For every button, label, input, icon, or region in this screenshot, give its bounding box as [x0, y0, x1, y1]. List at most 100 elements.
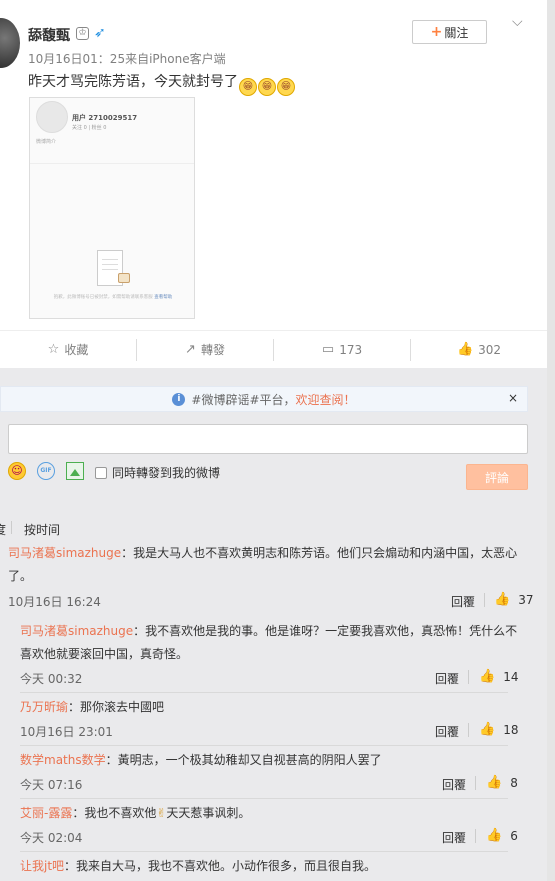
- thumbs-up-icon: 👍: [486, 828, 503, 843]
- reply-button[interactable]: 回覆: [435, 723, 459, 740]
- reply-like-button[interactable]: 👍 8: [486, 775, 518, 790]
- comment-username[interactable]: 司马渚葛simazhuge: [8, 546, 121, 560]
- reply-item: 让我jt吧：我来自大马，我也不喜欢他。小动作很多，而且很自我。: [20, 855, 520, 878]
- image-note-link: 查看帮助: [154, 295, 173, 300]
- image-sub: 微博简介: [36, 139, 57, 145]
- reply-item: 司马渚葛simazhuge：我不喜欢他是我的事。他是谁呀？一定要我喜欢他，真恐怖…: [20, 620, 520, 666]
- reply-text: ：我不喜欢他是我的事。他是谁呀？一定要我喜欢他，真恐怖！凭什么不: [133, 624, 518, 638]
- share-icon: ↗: [185, 342, 196, 357]
- comment-like-button[interactable]: 👍 37: [494, 592, 533, 607]
- collect-label: 收藏: [64, 343, 89, 357]
- star-icon: ☆: [47, 342, 60, 357]
- repost-checkbox-label[interactable]: 同時轉發到我的微博: [95, 464, 220, 481]
- sort-divider: [11, 521, 12, 534]
- comment-text-cont: 了。: [8, 569, 33, 583]
- comment-like-count: 37: [518, 592, 534, 607]
- reply-username[interactable]: 让我jt吧: [20, 859, 64, 873]
- image-stats: 关注 0 | 粉丝 0: [72, 125, 107, 131]
- victory-emoji-icon: ✌: [156, 806, 167, 820]
- reply-like-count: 8: [510, 775, 518, 790]
- repost-checkbox-text: 同時轉發到我的微博: [112, 466, 221, 480]
- reply-like-count: 18: [503, 722, 519, 737]
- follow-button[interactable]: + 關注: [412, 20, 487, 44]
- comment-date: 10月16日 16:24: [8, 595, 101, 609]
- info-icon: i: [172, 392, 186, 406]
- post-image[interactable]: 用户 2710029517 关注 0 | 粉丝 0 微博简介 抱歉，此微博账号已…: [29, 97, 195, 319]
- reply-text-cont: 喜欢他就要滚回中国，真奇怪。: [20, 647, 189, 661]
- comment-item: 司马渚葛simazhuge：我是大马人也不喜欢黄明志和陈芳语。他们只会煽动和内涵…: [8, 542, 528, 588]
- submit-comment-button[interactable]: 評論: [466, 464, 528, 490]
- plane-icon[interactable]: ➶: [94, 25, 106, 41]
- reply-username[interactable]: 司马渚葛simazhuge: [20, 624, 133, 638]
- post-actions: ☆ 收藏 ↗ 轉發 ▭ 173 👍 302: [0, 330, 547, 368]
- repost-label: 轉發: [200, 343, 225, 357]
- follow-label: 關注: [444, 25, 469, 40]
- comment-text: ：我是大马人也不喜欢黄明志和陈芳语。他们只会煽动和内涵中国，太恶心: [121, 546, 518, 560]
- image-note-text: 抱歉，此微博账号已被封禁，如需帮助请联系客服: [53, 295, 153, 300]
- reply-text: ：那你滚去中國吧: [68, 700, 165, 714]
- reply-divider: [20, 692, 508, 693]
- reply-button[interactable]: 回覆: [451, 593, 475, 610]
- comment-count: 173: [339, 342, 363, 357]
- reply-divider: [20, 851, 508, 852]
- reply-text-after: 天天惹事讽刺。: [166, 806, 251, 820]
- comment-input[interactable]: [8, 424, 528, 454]
- like-divider: [468, 670, 469, 684]
- emoji-icon[interactable]: ☺: [8, 462, 26, 480]
- plus-icon: +: [430, 24, 443, 40]
- like-divider: [475, 829, 476, 843]
- reply-button[interactable]: 回覆: [442, 829, 466, 846]
- thumbs-up-icon: 👍: [456, 342, 474, 357]
- reply-username[interactable]: 乃万昕瑜: [20, 700, 68, 714]
- reply-like-button[interactable]: 👍 18: [479, 722, 518, 737]
- reply-like-count: 14: [503, 669, 519, 684]
- reply-text: ：我也不喜欢他: [72, 806, 157, 820]
- repost-button[interactable]: ↗ 轉發: [137, 338, 274, 361]
- rumor-link[interactable]: 欢迎查阅！: [296, 391, 356, 408]
- rumor-notice-bar: i #微博辟谣#平台， 欢迎查阅！ ×: [0, 386, 528, 412]
- reply-item: 乃万昕瑜：那你滚去中國吧: [20, 696, 520, 719]
- crown-icon[interactable]: ♔: [76, 27, 89, 40]
- reply-date: 今天 07:16: [20, 778, 83, 792]
- sort-by-heat[interactable]: 度: [0, 521, 6, 538]
- reply-like-button[interactable]: 👍 14: [479, 669, 518, 684]
- reply-date: 10月16日 23:01: [20, 725, 113, 739]
- rumor-prefix[interactable]: #微博辟谣#平台，: [191, 391, 295, 408]
- reply-button[interactable]: 回覆: [435, 670, 459, 687]
- reply-text: ：我来自大马，我也不喜欢他。小动作很多，而且很自我。: [64, 859, 377, 873]
- image-note: 抱歉，此微博账号已被封禁，如需帮助请联系客服 查看帮助: [46, 295, 180, 301]
- chevron-down-icon[interactable]: ⌵: [512, 14, 523, 30]
- thumbs-up-icon: 👍: [486, 775, 503, 790]
- grin-emoji-icon: 😁: [239, 78, 257, 96]
- like-button[interactable]: 👍 302: [411, 339, 547, 361]
- sort-by-time[interactable]: 按时间: [24, 521, 60, 538]
- comment-icon: ▭: [321, 342, 335, 357]
- reply-like-count: 6: [510, 828, 518, 843]
- image-username: 用户 2710029517: [72, 114, 138, 122]
- close-icon[interactable]: ×: [508, 391, 518, 405]
- reply-item: 艾丽-露露：我也不喜欢他✌天天惹事讽刺。: [20, 802, 520, 825]
- weibo-post-card: 舔馥甄 ♔ ➶ 10月16日01：25来自iPhone客户端 + 關注 ⌵ 昨天…: [0, 0, 547, 368]
- image-divider: [30, 163, 194, 164]
- scrollbar[interactable]: [547, 0, 555, 881]
- reply-like-button[interactable]: 👍 6: [486, 828, 518, 843]
- repost-checkbox[interactable]: [95, 466, 107, 479]
- image-icon[interactable]: [66, 462, 84, 480]
- collect-button[interactable]: ☆ 收藏: [0, 338, 137, 361]
- reply-username[interactable]: 数学maths数学: [20, 753, 106, 767]
- like-divider: [484, 593, 485, 607]
- thumbs-up-icon: 👍: [494, 592, 511, 607]
- grin-emoji-icon: 😁: [277, 78, 295, 96]
- thumbs-up-icon: 👍: [479, 722, 496, 737]
- reply-button[interactable]: 回覆: [442, 776, 466, 793]
- gif-icon[interactable]: GIF: [37, 462, 55, 480]
- comment-button[interactable]: ▭ 173: [274, 338, 411, 361]
- reply-username[interactable]: 艾丽-露露: [20, 806, 72, 820]
- reply-item: 数学maths数学：黃明志，一个极其幼稚却又自视甚高的阴阳人罢了: [20, 749, 520, 772]
- avatar[interactable]: [0, 18, 20, 68]
- reply-date: 今天 02:04: [20, 831, 83, 845]
- post-text: 昨天才骂完陈芳语，今天就封号了 😁 😁 😁: [28, 71, 295, 96]
- post-username[interactable]: 舔馥甄: [28, 25, 70, 45]
- reply-text: ：黃明志，一个极其幼稚却又自视甚高的阴阳人罢了: [105, 753, 382, 767]
- reply-divider: [20, 745, 508, 746]
